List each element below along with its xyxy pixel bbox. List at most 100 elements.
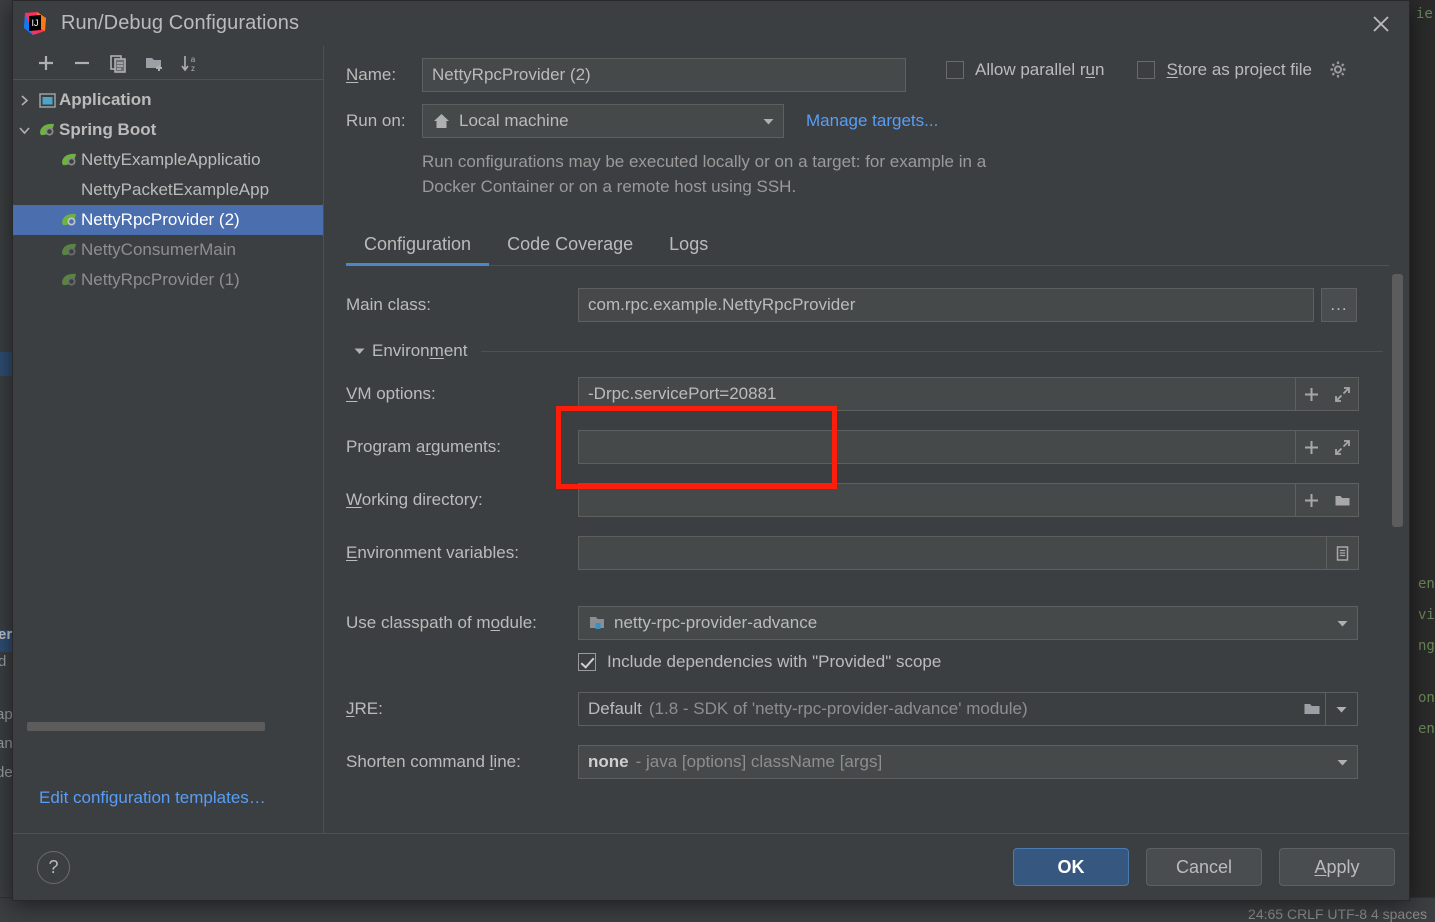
sort-configurations-button[interactable]: a z <box>175 50 205 76</box>
main-class-browse-button[interactable]: ... <box>1321 288 1357 322</box>
environment-section-header[interactable]: Environment <box>324 341 1409 361</box>
tab-code-coverage[interactable]: Code Coverage <box>489 234 651 265</box>
tree-node-netty-consumer-main[interactable]: NettyConsumerMain <box>13 235 323 265</box>
add-configuration-button[interactable] <box>31 50 61 76</box>
store-as-project-file-checkbox[interactable]: Store as project file <box>1137 60 1348 80</box>
dialog-body: a z Application <box>13 46 1409 833</box>
chevron-right-icon[interactable] <box>13 94 35 107</box>
background-text-fragment: de <box>0 764 13 781</box>
tree-node-netty-packet-example-app[interactable]: NettyPacketExampleApp <box>13 175 323 205</box>
background-text-fragment: er <box>0 626 12 643</box>
spring-boot-icon <box>57 151 81 170</box>
vm-options-input[interactable]: -Drpc.servicePort=20881 <box>578 377 1296 411</box>
form-vertical-scrollbar[interactable] <box>1392 274 1403 527</box>
close-icon[interactable] <box>1353 1 1409 46</box>
tab-logs[interactable]: Logs <box>651 234 726 265</box>
name-input[interactable]: NettyRpcProvider (2) <box>422 58 906 92</box>
chevron-down-icon[interactable] <box>1327 619 1357 628</box>
background-code-fragment: ie <box>1416 6 1433 22</box>
configuration-content-panel: Name: NettyRpcProvider (2) Allow paralle… <box>324 46 1409 833</box>
store-as-project-file-label: Store as project file <box>1166 60 1312 80</box>
add-icon[interactable] <box>1296 431 1327 463</box>
environment-section-title: Environment <box>372 341 467 361</box>
ok-button[interactable]: OK <box>1013 848 1129 886</box>
tab-configuration[interactable]: Configuration <box>346 234 489 265</box>
background-code-fragment: ng <box>1418 638 1435 654</box>
jre-row: JRE: Default (1.8 - SDK of 'netty-rpc-pr… <box>324 692 1409 726</box>
vm-options-label: VM options: <box>346 384 578 404</box>
remove-configuration-button[interactable] <box>67 50 97 76</box>
shorten-command-line-row: Shorten command line: none - java [optio… <box>324 745 1409 779</box>
run-on-description: Run configurations may be executed local… <box>422 150 1042 199</box>
chevron-down-icon[interactable] <box>1325 693 1357 725</box>
working-directory-label: Working directory: <box>346 490 578 510</box>
configuration-tabs: Configuration Code Coverage Logs <box>346 224 1389 266</box>
apply-button[interactable]: Apply <box>1279 848 1395 886</box>
gear-icon[interactable] <box>1328 60 1348 80</box>
background-text-fragment: an <box>0 735 13 752</box>
spring-boot-icon <box>57 211 81 230</box>
tree-node-label: NettyPacketExampleApp <box>81 180 269 200</box>
add-icon[interactable] <box>1296 378 1327 410</box>
main-class-label: Main class: <box>346 295 578 315</box>
chevron-down-icon[interactable] <box>346 346 372 356</box>
tree-node-netty-example-application[interactable]: NettyExampleApplicatio <box>13 145 323 175</box>
shorten-command-line-dropdown[interactable]: none - java [options] className [args] <box>578 745 1358 779</box>
tree-node-label: Spring Boot <box>59 120 156 140</box>
tree-node-spring-boot[interactable]: Spring Boot <box>13 115 323 145</box>
svg-text:IJ: IJ <box>31 18 38 28</box>
svg-text:a: a <box>191 55 196 64</box>
shorten-command-line-label: Shorten command line: <box>346 752 578 772</box>
shorten-command-line-detail: - java [options] className [args] <box>636 752 883 772</box>
expand-icon[interactable] <box>1327 378 1358 410</box>
main-class-input[interactable]: com.rpc.example.NettyRpcProvider <box>578 288 1314 322</box>
working-directory-input[interactable] <box>578 483 1296 517</box>
copy-configuration-button[interactable] <box>103 50 133 76</box>
module-icon <box>588 614 606 632</box>
sidebar-horizontal-scrollbar[interactable] <box>27 722 265 731</box>
sidebar-footer: Edit configuration templates… <box>13 779 323 833</box>
working-directory-row: Working directory: <box>324 483 1409 517</box>
program-arguments-input[interactable] <box>578 430 1296 464</box>
chevron-down-icon[interactable] <box>753 117 783 126</box>
jre-browse-icon[interactable] <box>1303 700 1325 718</box>
options-checkboxes: Allow parallel run Store as project file <box>946 60 1348 80</box>
configuration-form-inner: Main class: com.rpc.example.NettyRpcProv… <box>324 266 1409 779</box>
checkbox-box <box>946 61 964 79</box>
jre-label: JRE: <box>346 699 578 719</box>
run-on-dropdown[interactable]: Local machine <box>422 104 784 138</box>
environment-variables-row: Environment variables: <box>324 536 1409 570</box>
use-classpath-dropdown[interactable]: netty-rpc-provider-advance <box>578 606 1358 640</box>
jre-dropdown[interactable]: Default (1.8 - SDK of 'netty-rpc-provide… <box>578 692 1358 726</box>
spring-boot-icon <box>35 121 59 140</box>
include-dependencies-checkbox[interactable]: Include dependencies with "Provided" sco… <box>578 652 941 672</box>
cancel-button[interactable]: Cancel <box>1146 848 1262 886</box>
edit-configuration-templates-link[interactable]: Edit configuration templates… <box>39 788 266 808</box>
allow-parallel-run-checkbox[interactable]: Allow parallel run <box>946 60 1104 80</box>
include-dependencies-label: Include dependencies with "Provided" sco… <box>607 652 941 672</box>
dialog-buttons: OK Cancel Apply <box>1013 848 1395 886</box>
help-button[interactable]: ? <box>37 851 70 884</box>
tree-node-netty-rpc-provider-1[interactable]: NettyRpcProvider (1) <box>13 265 323 295</box>
tree-node-label: Application <box>59 90 152 110</box>
tree-node-netty-rpc-provider-2[interactable]: NettyRpcProvider (2) <box>13 205 323 235</box>
configurations-sidebar: a z Application <box>13 46 324 833</box>
chevron-down-icon[interactable] <box>1327 758 1357 767</box>
tree-node-label: NettyRpcProvider (2) <box>81 210 240 230</box>
edit-list-icon[interactable] <box>1327 537 1358 569</box>
background-code-fragment: vi <box>1418 607 1435 623</box>
folder-icon[interactable] <box>1327 484 1358 516</box>
environment-variables-label: Environment variables: <box>346 543 578 563</box>
add-icon[interactable] <box>1296 484 1327 516</box>
vm-options-actions <box>1296 377 1359 411</box>
manage-targets-link[interactable]: Manage targets... <box>806 111 938 131</box>
intellij-idea-logo-icon: IJ <box>23 11 48 36</box>
expand-icon[interactable] <box>1327 431 1358 463</box>
chevron-down-icon[interactable] <box>13 124 35 137</box>
new-folder-button[interactable] <box>139 50 169 76</box>
program-arguments-label: Program arguments: <box>346 437 578 457</box>
tree-node-application[interactable]: Application <box>13 85 323 115</box>
environment-variables-actions <box>1327 536 1359 570</box>
home-icon <box>432 112 451 131</box>
environment-variables-input[interactable] <box>578 536 1327 570</box>
